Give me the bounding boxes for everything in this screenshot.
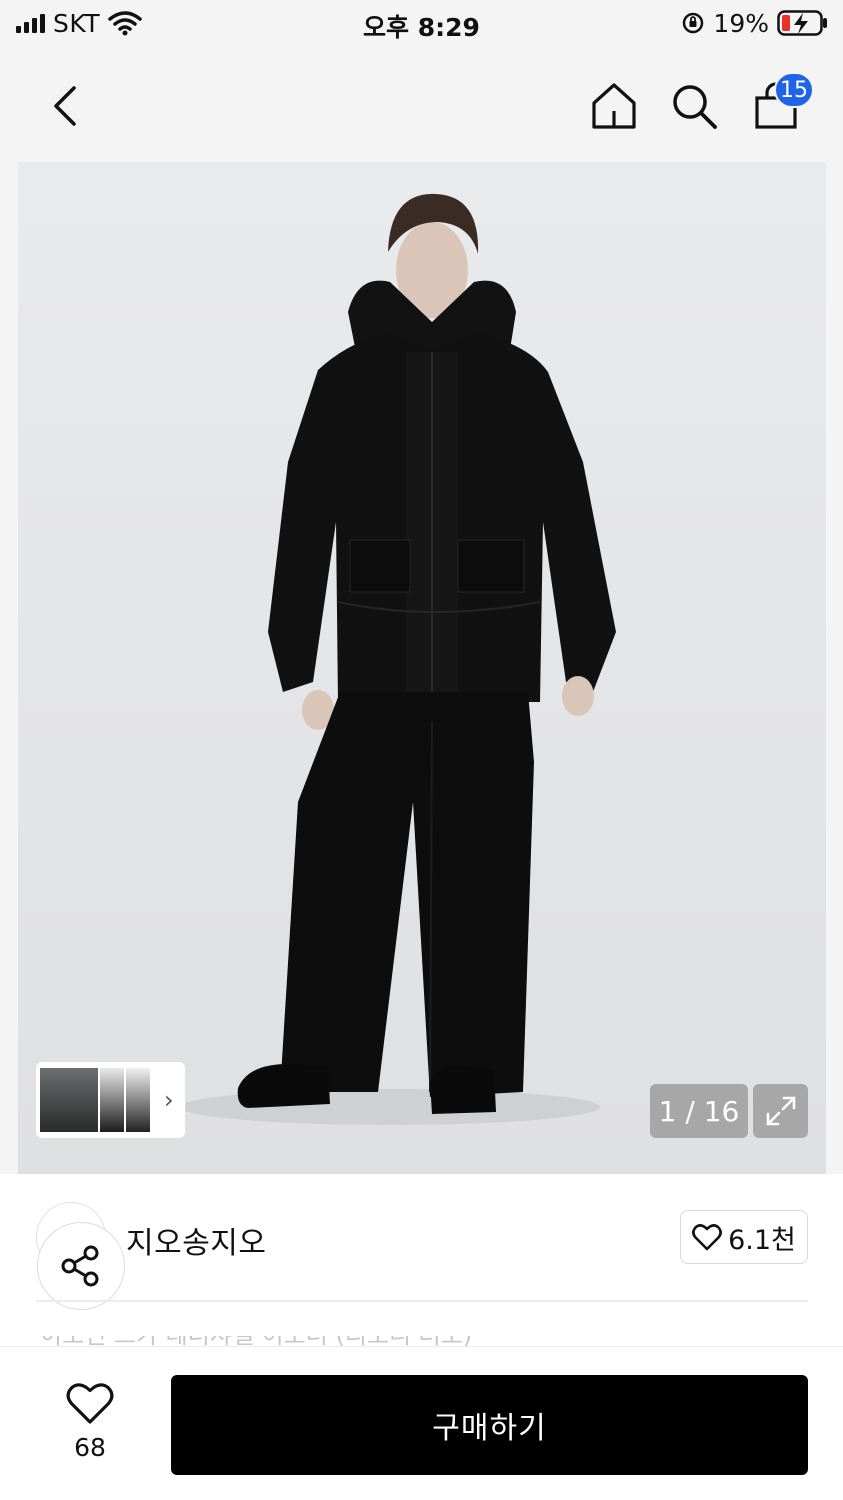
- thumbnail-next-icon[interactable]: ›: [164, 1086, 174, 1114]
- bottom-action-bar: 68 구매하기: [0, 1346, 843, 1500]
- wishlist-count: 68: [74, 1433, 106, 1462]
- search-icon: [673, 85, 717, 129]
- cart-button[interactable]: 15: [748, 72, 814, 134]
- share-button[interactable]: [37, 1222, 125, 1310]
- battery-charging-icon: [777, 10, 827, 36]
- chevron-left-icon: [54, 86, 76, 126]
- divider: [36, 1300, 808, 1302]
- thumbnail-image[interactable]: [100, 1068, 124, 1132]
- share-icon: [61, 1245, 99, 1287]
- search-button[interactable]: [666, 78, 722, 134]
- heart-icon: [692, 1224, 723, 1251]
- thumbnail-image[interactable]: [40, 1068, 98, 1132]
- top-nav: 15: [0, 60, 843, 150]
- status-bar: SKT 오후 8:29 19%: [0, 0, 843, 46]
- heart-icon: [66, 1383, 114, 1424]
- image-page-counter: 1 / 16: [650, 1084, 748, 1138]
- back-button[interactable]: [38, 78, 94, 134]
- product-image[interactable]: › 1 / 16: [18, 162, 826, 1174]
- orientation-lock-icon: [683, 12, 704, 34]
- status-right: 19%: [681, 8, 829, 38]
- brand-like-button[interactable]: 6.1천: [680, 1210, 808, 1264]
- home-icon: [592, 83, 636, 129]
- expand-icon: [766, 1096, 795, 1126]
- cart-count-badge: 15: [774, 72, 814, 108]
- expand-image-button[interactable]: [753, 1084, 808, 1138]
- brand-like-count: 6.1천: [728, 1224, 796, 1256]
- battery-percent: 19%: [713, 8, 769, 38]
- brand-name[interactable]: 지오송지오: [126, 1218, 267, 1262]
- buy-button[interactable]: 구매하기: [171, 1375, 808, 1475]
- thumbnail-image[interactable]: [126, 1068, 150, 1132]
- wishlist-button[interactable]: 68: [60, 1381, 120, 1462]
- home-button[interactable]: [586, 78, 642, 134]
- thumbnail-strip[interactable]: ›: [36, 1062, 185, 1138]
- product-photo-illustration: [18, 162, 826, 1174]
